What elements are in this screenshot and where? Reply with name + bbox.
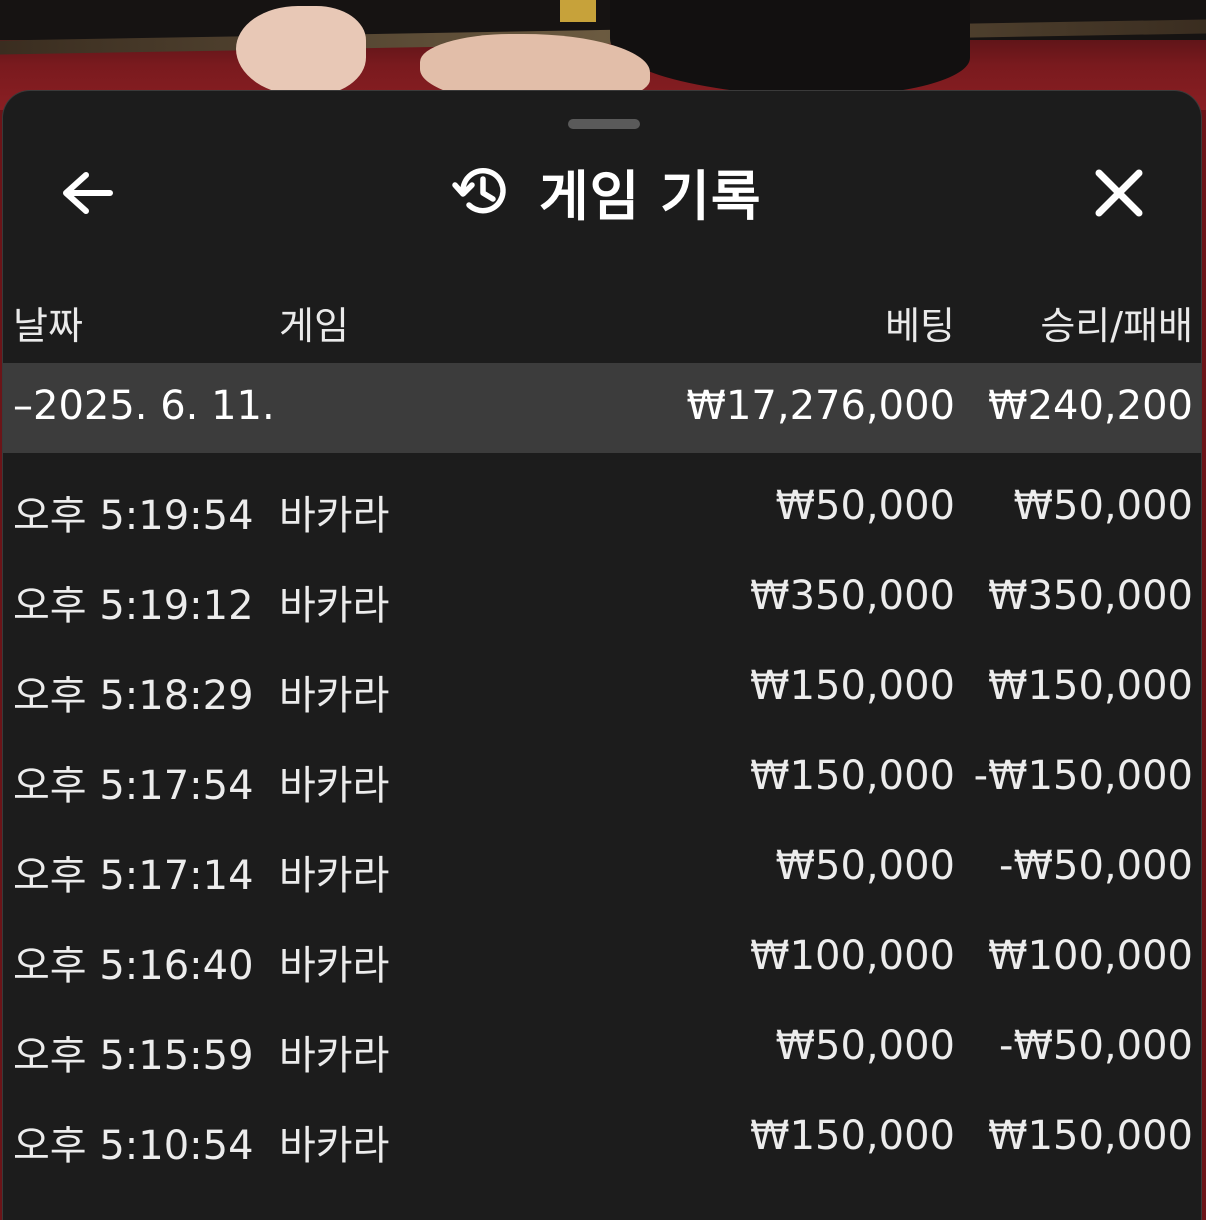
row-result: -₩50,000 bbox=[999, 843, 1193, 889]
row-bet: ₩150,000 bbox=[750, 753, 955, 799]
column-header-bet[interactable]: 베팅 bbox=[885, 295, 955, 350]
history-icon bbox=[449, 159, 513, 223]
row-time: 오후 5:17:14 bbox=[13, 853, 254, 899]
column-header-game[interactable]: 게임 bbox=[279, 295, 349, 350]
row-time: 오후 5:19:12 bbox=[13, 583, 254, 629]
row-time: 오후 5:18:29 bbox=[13, 673, 254, 719]
row-result: ₩150,000 bbox=[988, 663, 1193, 709]
row-bet: ₩350,000 bbox=[750, 573, 955, 619]
row-game: 바카라 bbox=[279, 1033, 390, 1079]
row-bet: ₩150,000 bbox=[750, 663, 955, 709]
table-row[interactable]: 오후 5:17:14 바카라 ₩50,000 -₩50,000 bbox=[3, 821, 1201, 911]
table-row[interactable]: 오후 5:16:40 바카라 ₩100,000 ₩100,000 bbox=[3, 911, 1201, 1001]
row-result: -₩150,000 bbox=[973, 753, 1193, 799]
sheet-header: 게임 기록 bbox=[3, 151, 1201, 231]
dealer-hand-left bbox=[236, 6, 366, 96]
history-rows: 오후 5:19:54 바카라 ₩50,000 ₩50,000 오후 5:19:1… bbox=[3, 461, 1201, 1181]
column-header-result[interactable]: 승리/패배 bbox=[1040, 295, 1193, 350]
page-title: 게임 기록 bbox=[539, 164, 762, 228]
group-total-bet: ₩17,276,000 bbox=[686, 383, 955, 429]
column-header-date[interactable]: 날짜 bbox=[13, 295, 83, 350]
row-bet: ₩100,000 bbox=[750, 933, 955, 979]
table-row[interactable]: 오후 5:17:54 바카라 ₩150,000 -₩150,000 bbox=[3, 731, 1201, 821]
row-time: 오후 5:16:40 bbox=[13, 943, 254, 989]
row-game: 바카라 bbox=[279, 943, 390, 989]
row-result: ₩50,000 bbox=[1013, 483, 1193, 529]
row-game: 바카라 bbox=[279, 673, 390, 719]
game-history-sheet: 게임 기록 날짜 게임 베팅 승리/패배 –2025. 6. 11. ₩17,2… bbox=[2, 90, 1202, 1220]
row-game: 바카라 bbox=[279, 1123, 390, 1169]
table-header: 날짜 게임 베팅 승리/패배 bbox=[3, 287, 1201, 351]
sheet-drag-handle[interactable] bbox=[568, 119, 640, 129]
table-row[interactable]: 오후 5:10:54 바카라 ₩150,000 ₩150,000 bbox=[3, 1091, 1201, 1181]
table-row[interactable]: 오후 5:19:12 바카라 ₩350,000 ₩350,000 bbox=[3, 551, 1201, 641]
row-bet: ₩50,000 bbox=[775, 483, 955, 529]
row-time: 오후 5:15:59 bbox=[13, 1033, 254, 1079]
row-game: 바카라 bbox=[279, 853, 390, 899]
sheet-title-group: 게임 기록 bbox=[449, 151, 762, 231]
row-bet: ₩50,000 bbox=[775, 1023, 955, 1069]
close-button[interactable] bbox=[1085, 159, 1153, 227]
arrow-left-icon bbox=[63, 172, 113, 214]
table-ornament bbox=[560, 0, 596, 22]
dealer-sleeve bbox=[610, 0, 970, 96]
row-time: 오후 5:17:54 bbox=[13, 763, 254, 809]
back-button[interactable] bbox=[55, 161, 119, 225]
row-game: 바카라 bbox=[279, 493, 390, 539]
row-result: ₩150,000 bbox=[988, 1113, 1193, 1159]
row-result: ₩350,000 bbox=[988, 573, 1193, 619]
close-icon bbox=[1095, 169, 1143, 217]
row-game: 바카라 bbox=[279, 583, 390, 629]
table-row[interactable]: 오후 5:18:29 바카라 ₩150,000 ₩150,000 bbox=[3, 641, 1201, 731]
group-total-result: ₩240,200 bbox=[988, 383, 1193, 429]
group-date: –2025. 6. 11. bbox=[13, 383, 275, 429]
row-game: 바카라 bbox=[279, 763, 390, 809]
row-bet: ₩150,000 bbox=[750, 1113, 955, 1159]
row-time: 오후 5:19:54 bbox=[13, 493, 254, 539]
table-row[interactable]: 오후 5:19:54 바카라 ₩50,000 ₩50,000 bbox=[3, 461, 1201, 551]
table-row[interactable]: 오후 5:15:59 바카라 ₩50,000 -₩50,000 bbox=[3, 1001, 1201, 1091]
row-result: ₩100,000 bbox=[988, 933, 1193, 979]
row-time: 오후 5:10:54 bbox=[13, 1123, 254, 1169]
row-result: -₩50,000 bbox=[999, 1023, 1193, 1069]
row-bet: ₩50,000 bbox=[775, 843, 955, 889]
date-group-summary-row[interactable]: –2025. 6. 11. ₩17,276,000 ₩240,200 bbox=[3, 363, 1201, 453]
